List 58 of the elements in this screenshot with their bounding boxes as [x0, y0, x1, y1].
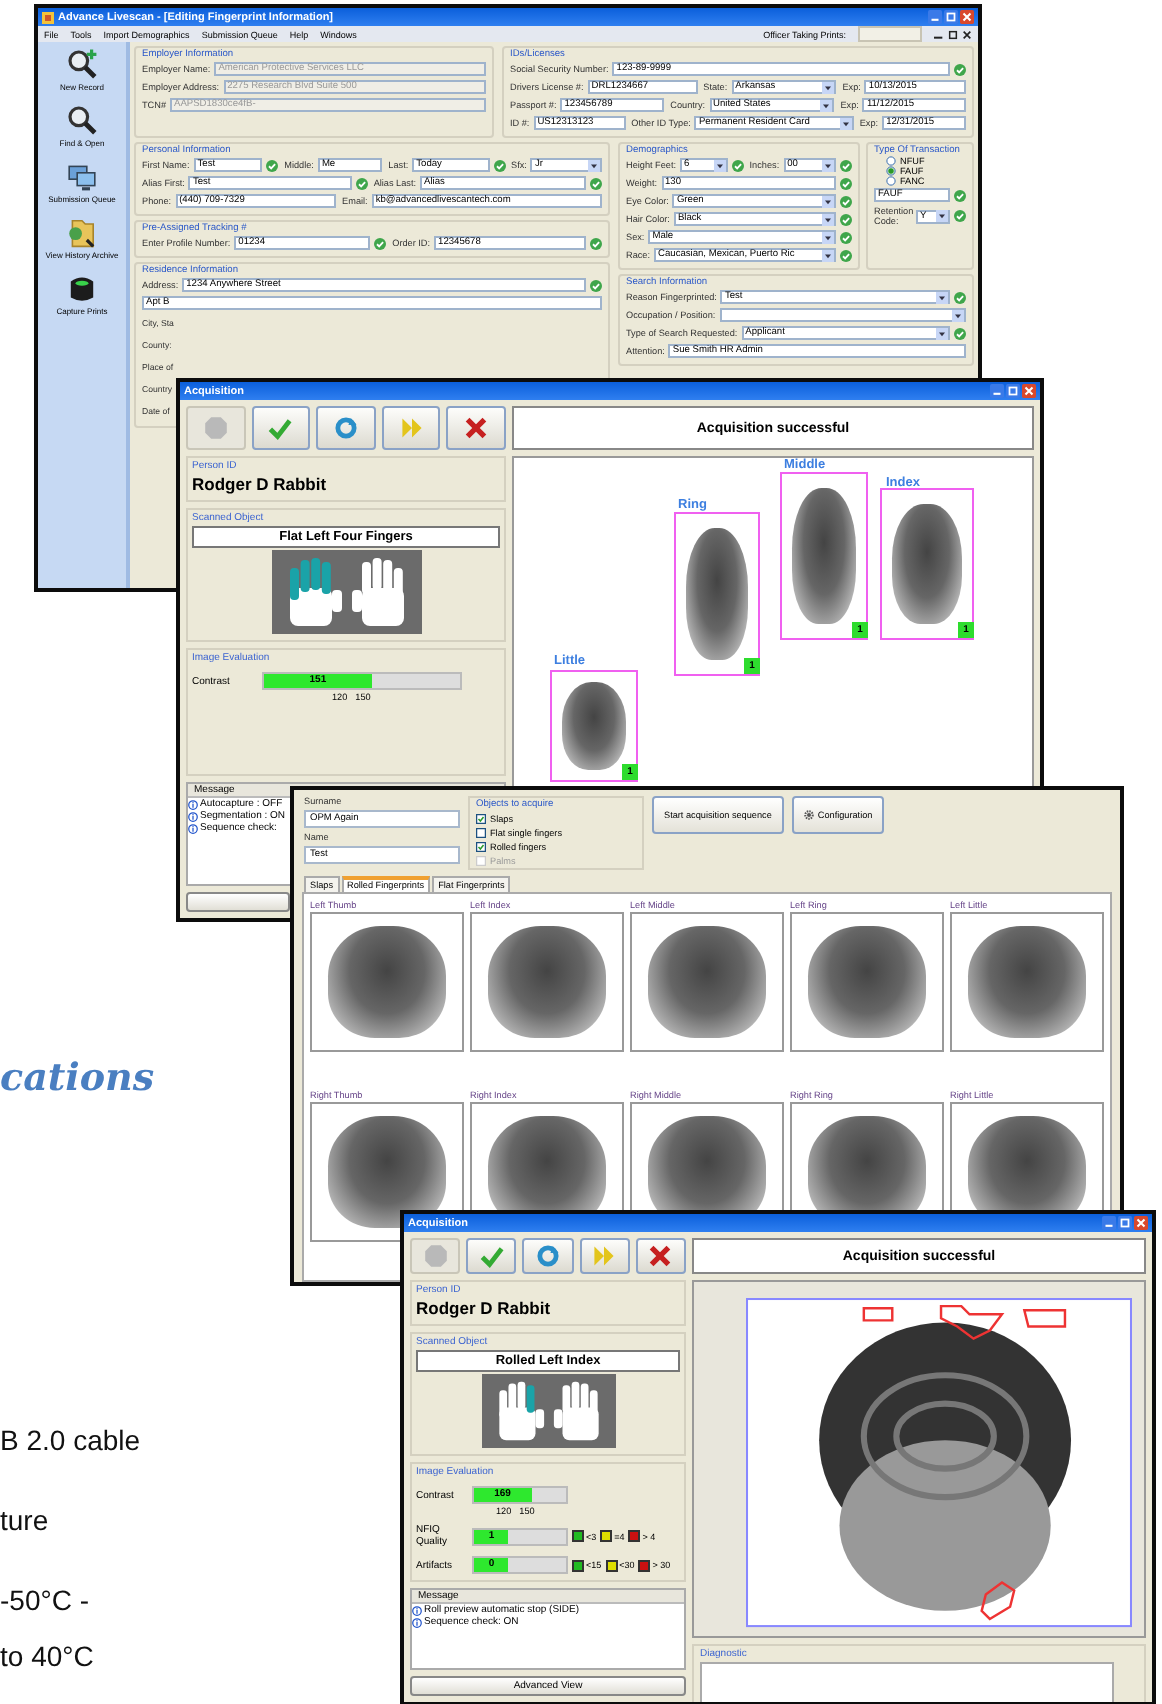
- dropdown-arrow-icon: [822, 81, 835, 93]
- dropdown-arrow-icon: [820, 99, 833, 111]
- dropdown-arrow-icon: [588, 159, 600, 171]
- search-icon: [66, 104, 98, 136]
- dropdown-arrow-icon: [936, 327, 948, 339]
- dropdown-arrow-icon: [822, 231, 834, 243]
- app-icon: [42, 11, 54, 23]
- stop-icon: [203, 416, 228, 440]
- folder-icon: [65, 216, 98, 248]
- close-icon: [464, 416, 489, 440]
- close-icon[interactable]: [962, 29, 972, 39]
- spec-text: -50°C -: [0, 1584, 89, 1616]
- person-name: Rodger D Rabbit: [416, 1298, 553, 1318]
- checkbox-icon: [476, 814, 486, 824]
- dropdown-arrow-icon: [839, 117, 852, 129]
- toolbar-button[interactable]: [251, 406, 311, 450]
- toolbar-button[interactable]: [446, 406, 506, 450]
- checkbox-icon: [476, 828, 486, 838]
- dropdown-arrow-icon: [822, 195, 834, 207]
- check-icon: [268, 416, 293, 440]
- spec-text: ture: [0, 1504, 49, 1536]
- checkbox-icon: [476, 842, 486, 852]
- spec-text: to 40°C: [0, 1640, 94, 1672]
- stop-icon: [423, 1244, 448, 1268]
- dropdown-field[interactable]: [719, 308, 966, 322]
- close-icon: [648, 1244, 673, 1268]
- spec-text: B 2.0 cable: [0, 1424, 141, 1456]
- toolbar-button[interactable]: [522, 1238, 574, 1274]
- dropdown-arrow-icon: [822, 213, 834, 225]
- magnifier-plus-icon: [65, 48, 98, 80]
- dropdown-arrow-icon: [822, 249, 834, 261]
- check-icon: [479, 1244, 504, 1268]
- officer-field[interactable]: [858, 26, 922, 42]
- toolbar-button[interactable]: [579, 1238, 630, 1274]
- fast-forward-icon: [592, 1244, 617, 1268]
- dropdown-arrow-icon: [936, 291, 948, 303]
- refresh-icon: [536, 1244, 560, 1268]
- gear-icon: [803, 810, 814, 820]
- dropdown-arrow-icon: [936, 210, 948, 222]
- person-name: Rodger D Rabbit: [192, 474, 329, 494]
- scanner-icon: [65, 272, 98, 304]
- refresh-icon: [333, 416, 358, 440]
- bottom-button[interactable]: [186, 892, 290, 912]
- dropdown-arrow-icon: [952, 309, 964, 321]
- heading: cations: [0, 1056, 155, 1100]
- toolbar-button[interactable]: [381, 406, 441, 450]
- fast-forward-icon: [399, 416, 424, 440]
- toolbar-button[interactable]: [316, 406, 376, 450]
- toolbar-button[interactable]: [466, 1238, 517, 1274]
- computers-icon: [65, 160, 98, 192]
- maximize-icon[interactable]: [1006, 384, 1020, 398]
- toolbar-button[interactable]: [635, 1238, 687, 1274]
- dropdown-arrow-icon: [822, 159, 835, 171]
- restore-icon[interactable]: [948, 29, 958, 39]
- maximize-icon[interactable]: [1118, 1216, 1132, 1230]
- dropdown-arrow-icon: [713, 159, 726, 171]
- fingerprint-image: [550, 670, 638, 782]
- maximize-icon[interactable]: [944, 10, 958, 24]
